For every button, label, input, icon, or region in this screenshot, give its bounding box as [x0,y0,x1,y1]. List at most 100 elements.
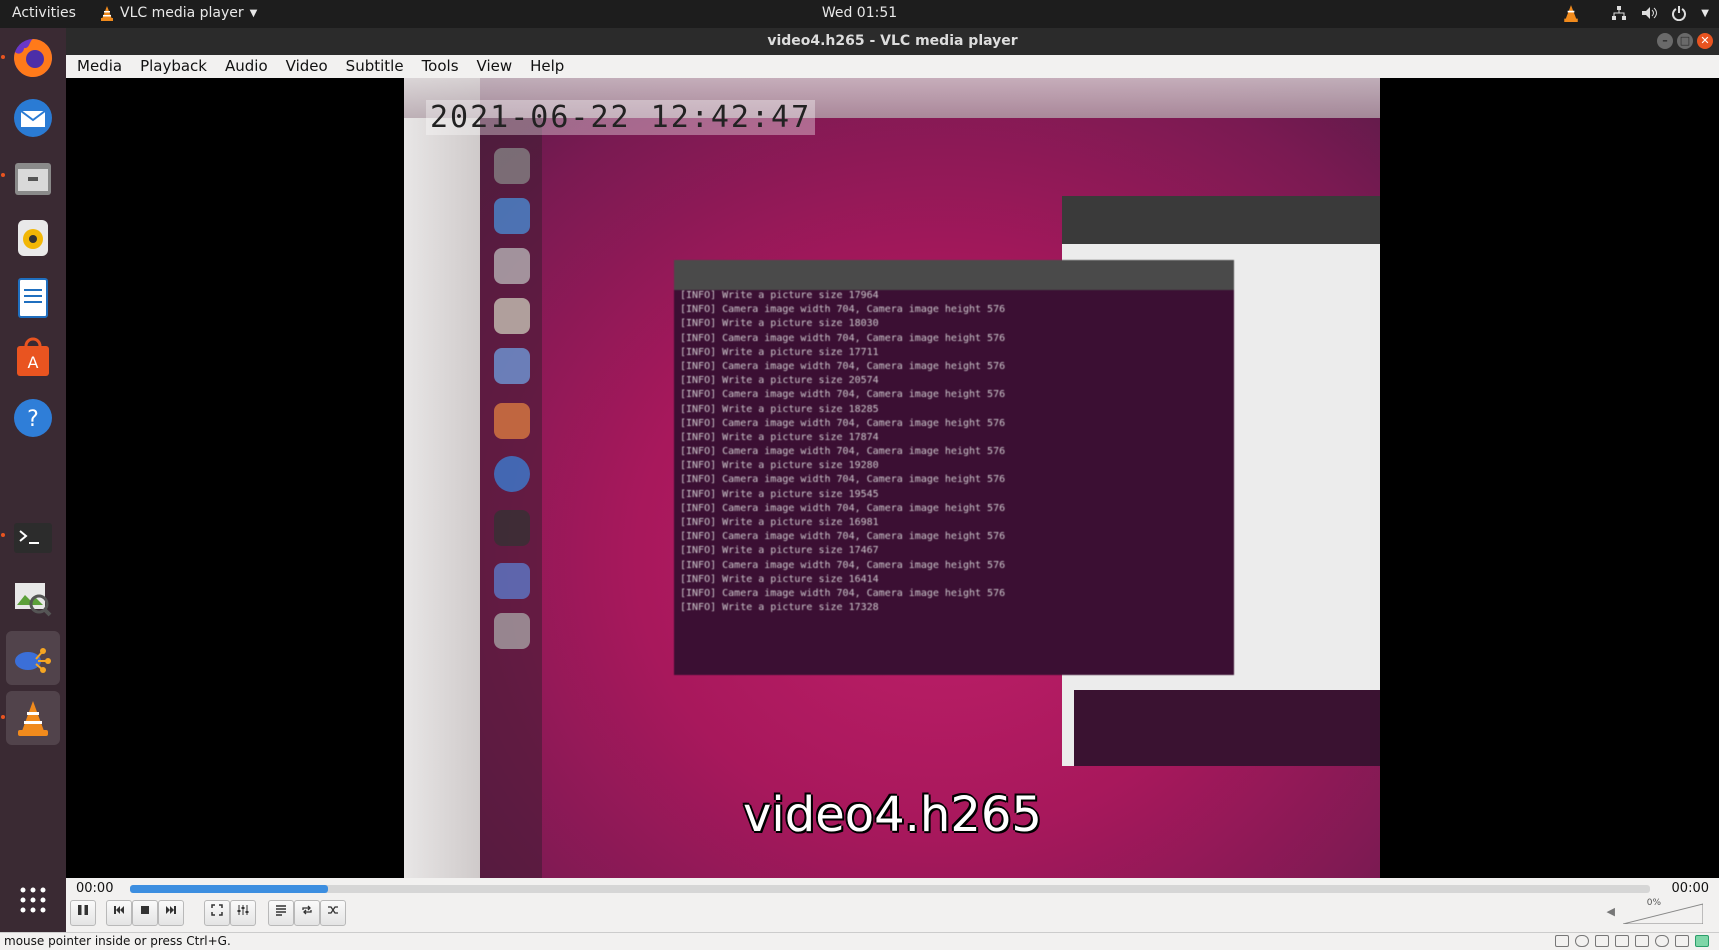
activities-button[interactable]: Activities [12,5,76,21]
maximize-button[interactable]: □ [1677,33,1693,49]
extended-settings-button[interactable] [230,900,256,926]
power-icon[interactable] [1671,5,1687,21]
dock-vlc[interactable] [6,691,60,745]
terminal-line: [INFO] Write a picture size 16414 [680,573,879,585]
network-icon[interactable] [1611,5,1627,21]
menu-view[interactable]: View [466,55,520,78]
seek-bar-progress [130,885,328,893]
video-timestamp: 2021-06-22 12:42:47 [426,100,816,135]
terminal-line: [INFO] Write a picture size 20574 [680,375,879,387]
fullscreen-button[interactable] [204,900,230,926]
menu-audio[interactable]: Audio [214,55,275,78]
software-icon: A [17,337,49,376]
seek-bar[interactable] [130,885,1650,893]
terminal-line: [INFO] Camera image width 704, Camera im… [680,531,1006,543]
dock-terminal[interactable] [6,511,60,565]
video-area[interactable]: [INFO] Write a picture size 17964 [INFO]… [66,78,1719,878]
terminal-line: [INFO] Camera image width 704, Camera im… [680,474,1006,486]
total-time[interactable]: 00:00 [1672,881,1709,896]
terminal-line: [INFO] Camera image width 704, Camera im… [680,304,1006,316]
dock-rhythmbox[interactable] [6,211,60,265]
dock-mindstudio[interactable] [6,631,60,685]
status-icon[interactable] [1635,935,1649,947]
app-menu-label: VLC media player [120,5,244,21]
terminal-line: [INFO] Camera image width 704, Camera im… [680,587,1006,599]
mute-icon[interactable]: ◀ [1607,905,1615,918]
running-indicator [1,715,5,719]
minimize-button[interactable]: – [1657,33,1673,49]
video-dock-icon [494,198,530,234]
menu-bar: Media Playback Audio Video Subtitle Tool… [66,55,1719,78]
status-icon[interactable] [1555,935,1569,947]
menu-subtitle[interactable]: Subtitle [335,55,411,78]
app-menu[interactable]: VLC media player ▼ [100,5,257,21]
thunderbird-icon [14,99,52,137]
terminal-line: [INFO] Write a picture size 19280 [680,460,879,472]
vlc-tray-icon[interactable] [1563,4,1579,22]
terminal-line: [INFO] Write a picture size 18285 [680,403,879,415]
running-indicator [1,533,5,537]
mindstudio-icon [15,648,51,673]
video-dock-icon [494,348,530,384]
writer-icon [18,278,48,318]
status-icon[interactable] [1655,935,1669,947]
vlc-icon [101,6,113,21]
volume-slider[interactable] [1623,902,1703,924]
top-bar: Activities VLC media player ▼ Wed 01:51 … [0,0,1719,28]
terminal-line: [INFO] Write a picture size 17328 [680,602,879,614]
menu-help[interactable]: Help [519,55,571,78]
close-button[interactable]: ✕ [1697,33,1713,49]
terminal-line: [INFO] Write a picture size 18030 [680,318,879,330]
playlist-button[interactable] [268,900,294,926]
loop-icon [302,905,312,915]
status-bar: mouse pointer inside or press Ctrl+G. [0,932,1719,950]
files-icon [15,163,51,195]
status-icon[interactable] [1675,935,1689,947]
video-dock-icon [494,148,530,184]
dock-software[interactable]: A [6,331,60,385]
system-tray[interactable]: ▼ [1563,4,1709,22]
status-icon[interactable] [1575,935,1589,947]
stop-button[interactable] [132,900,158,926]
dock-writer[interactable] [6,271,60,325]
chevron-down-icon: ▼ [249,7,258,19]
terminal-line: [INFO] Write a picture size 19545 [680,488,879,500]
terminal-line: [INFO] Write a picture size 17874 [680,431,879,443]
status-icon[interactable] [1595,935,1609,947]
video-background [404,78,480,878]
elapsed-time[interactable]: 00:00 [76,881,113,896]
window-titlebar[interactable]: video4.h265 - VLC media player – □ ✕ [66,28,1719,55]
status-icon[interactable] [1695,935,1709,947]
show-applications-button[interactable] [6,873,60,927]
next-button[interactable] [158,900,184,926]
video-terminal: [INFO] Write a picture size 17964 [INFO]… [674,260,1234,675]
terminal-line: [INFO] Camera image width 704, Camera im… [680,417,1006,429]
menu-video[interactable]: Video [275,55,335,78]
dock-help[interactable]: ? [6,391,60,445]
shuffle-icon [328,906,338,914]
video-dock-icon [494,403,530,439]
dock-image-viewer[interactable] [6,571,60,625]
dock-files[interactable] [6,151,60,205]
chevron-down-icon[interactable]: ▼ [1701,8,1709,19]
menu-playback[interactable]: Playback [129,55,214,78]
dock-firefox[interactable] [6,31,60,85]
clock[interactable]: Wed 01:51 [822,5,897,21]
video-title-overlay: video4.h265 [743,787,1042,843]
menu-media[interactable]: Media [66,55,129,78]
terminal-line: [INFO] Camera image width 704, Camera im… [680,389,1006,401]
status-icon[interactable] [1615,935,1629,947]
help-icon: ? [14,399,52,437]
pause-button[interactable] [70,900,96,926]
terminal-line: [INFO] Write a picture size 16981 [680,517,879,528]
video-window [1062,196,1380,244]
dock-thunderbird[interactable] [6,91,60,145]
equalizer-icon [237,905,249,915]
running-indicator [1,55,5,59]
loop-button[interactable] [294,900,320,926]
svg-text:A: A [28,353,39,372]
volume-icon[interactable] [1641,5,1658,21]
previous-button[interactable] [106,900,132,926]
menu-tools[interactable]: Tools [411,55,466,78]
random-button[interactable] [320,900,346,926]
